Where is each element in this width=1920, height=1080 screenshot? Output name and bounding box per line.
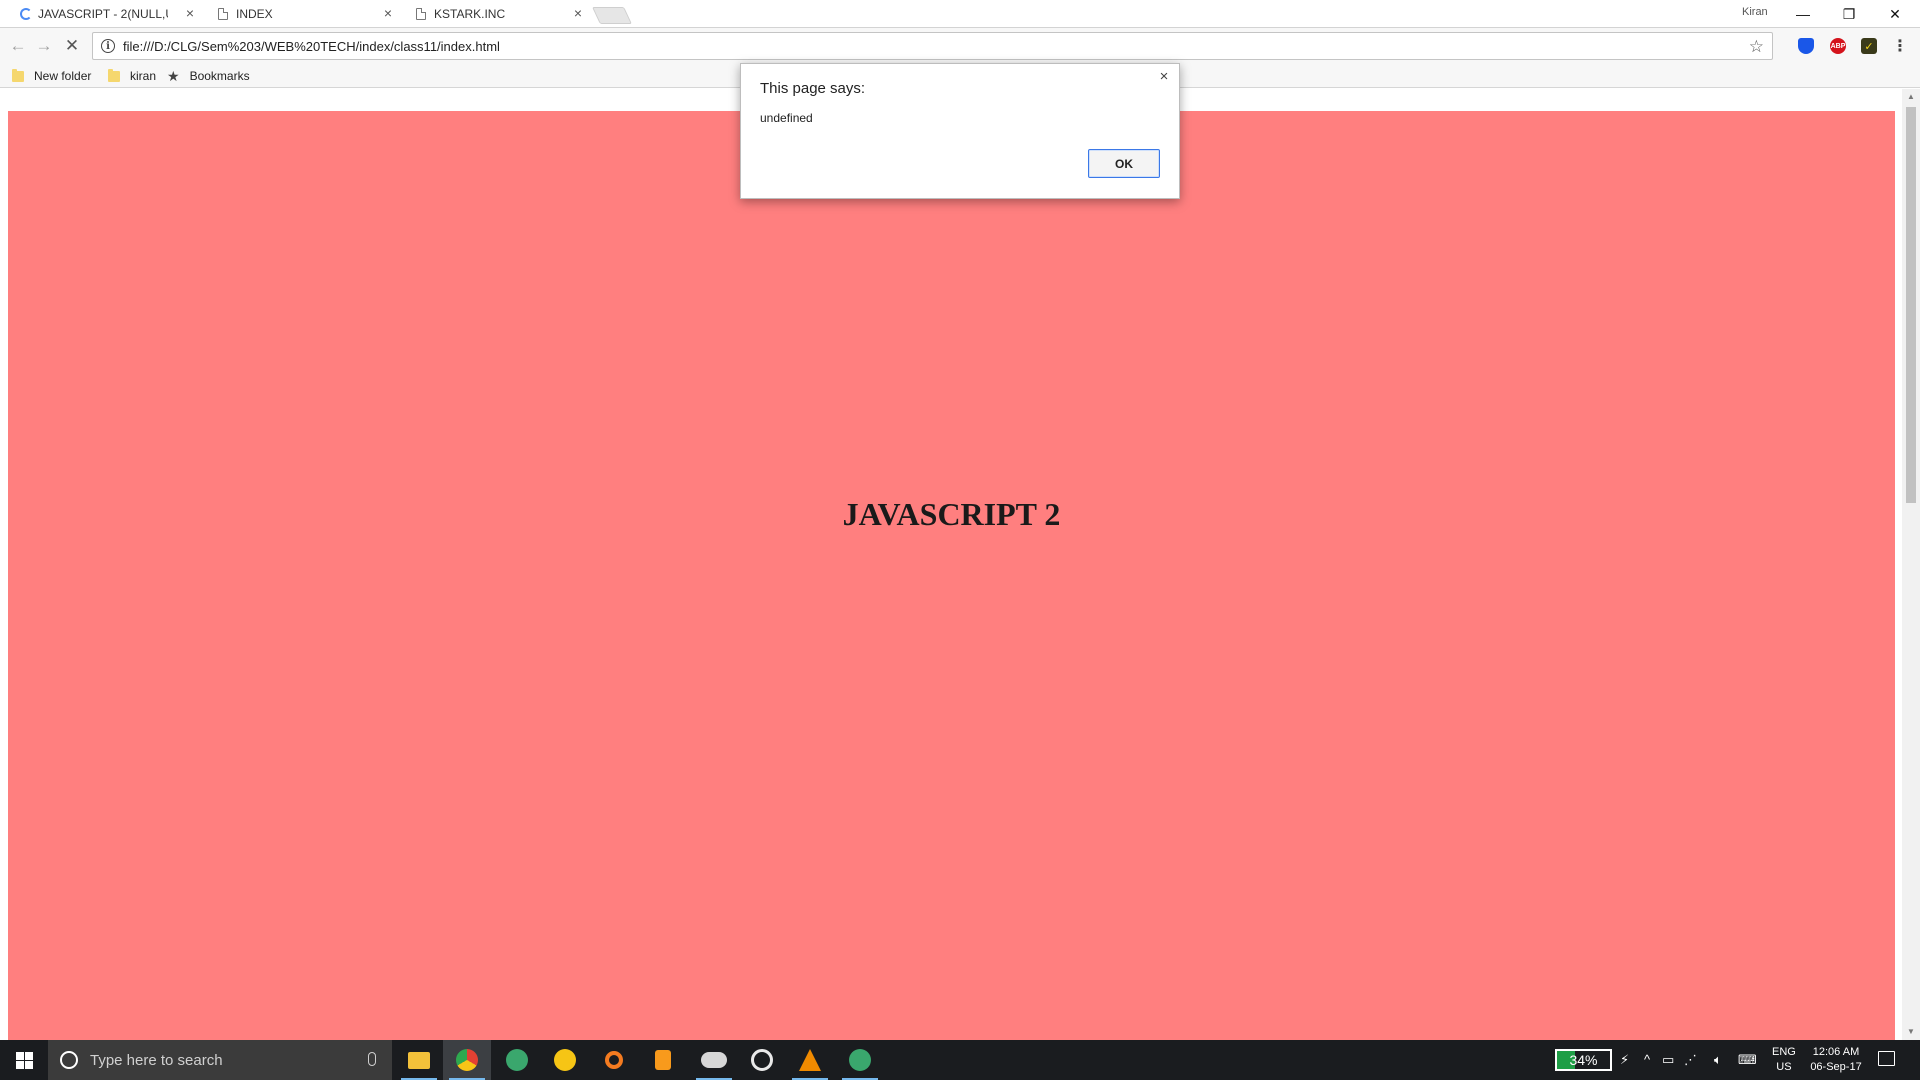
taskbar: Type here to search 34% ⚡ ^ ▭ ⋰ 🔈︎ ⌨ ENG xyxy=(0,1040,1920,1080)
search-placeholder: Type here to search xyxy=(90,1051,223,1069)
spiral-app-icon xyxy=(506,1049,528,1071)
language-primary: ENG xyxy=(1772,1046,1796,1058)
stop-loading-button[interactable]: ✕ xyxy=(60,34,84,58)
folder-icon xyxy=(12,68,24,82)
clock-time: 12:06 AM xyxy=(1812,1046,1860,1058)
tab-title: INDEX xyxy=(236,7,273,21)
profile-button[interactable]: Kiran xyxy=(1742,6,1768,18)
taskbar-search-app[interactable] xyxy=(590,1040,638,1080)
language-secondary: US xyxy=(1776,1061,1792,1073)
alert-dialog: This page says: undefined × OK xyxy=(740,63,1180,199)
volume-icon[interactable]: 🔈︎ xyxy=(1714,1052,1722,1068)
clock-date: 06-Sep-17 xyxy=(1810,1061,1862,1073)
close-window-button[interactable]: ✕ xyxy=(1872,0,1918,28)
bookmark-new-folder[interactable]: New folder xyxy=(12,67,91,85)
taskbar-vlc[interactable] xyxy=(786,1040,834,1080)
search-app-icon xyxy=(605,1051,623,1069)
tab-title: JAVASCRIPT - 2(NULL,UN xyxy=(38,7,168,21)
adblock-icon[interactable]: ABP xyxy=(1830,38,1846,54)
taskbar-groove[interactable] xyxy=(738,1040,786,1080)
battery-percent: 34% xyxy=(1569,1052,1598,1068)
taskbar-file-explorer[interactable] xyxy=(395,1040,443,1080)
tab-index[interactable]: INDEX × xyxy=(206,0,404,28)
vertical-scrollbar[interactable]: ▲ ▼ xyxy=(1902,89,1920,1040)
microphone-icon[interactable] xyxy=(368,1052,376,1066)
file-explorer-icon xyxy=(408,1051,430,1069)
page-heading: JAVASCRIPT 2 xyxy=(842,496,1061,532)
scroll-thumb[interactable] xyxy=(1906,107,1916,503)
dialog-close-icon[interactable]: × xyxy=(1155,68,1173,86)
minimize-button[interactable]: — xyxy=(1780,0,1826,28)
info-icon[interactable]: i xyxy=(101,39,115,53)
spiral-app-2-icon xyxy=(849,1049,871,1071)
chrome-icon xyxy=(456,1049,478,1071)
restore-button[interactable]: ❐ xyxy=(1826,0,1872,28)
taskbar-sublime[interactable] xyxy=(639,1040,687,1080)
bookmark-label: Bookmarks xyxy=(189,69,250,83)
document-icon xyxy=(416,8,427,20)
shield-icon[interactable] xyxy=(1798,38,1814,54)
power-plug-icon[interactable]: ⚡ xyxy=(1620,1052,1629,1068)
menu-dots-icon[interactable]: ⋮ xyxy=(1892,38,1908,55)
taskbar-spiral-app[interactable] xyxy=(493,1040,541,1080)
scroll-down-arrow-icon[interactable]: ▼ xyxy=(1902,1024,1920,1040)
language-indicator[interactable]: ENG US xyxy=(1772,1045,1796,1075)
browser-toolbar: ← → ✕ i file:///D:/CLG/Sem%203/WEB%20TEC… xyxy=(0,28,1920,64)
groove-icon xyxy=(751,1049,773,1071)
page-content-box: JAVASCRIPT 2 xyxy=(8,111,1895,1040)
taskbar-cloud-app[interactable] xyxy=(690,1040,738,1080)
vlc-icon xyxy=(799,1049,821,1071)
cloud-app-icon xyxy=(701,1052,727,1068)
tab-kstark[interactable]: KSTARK.INC × xyxy=(404,0,594,28)
bookmark-label: New folder xyxy=(34,69,92,83)
norton-icon xyxy=(554,1049,576,1071)
document-icon xyxy=(218,8,229,20)
loading-spinner-icon xyxy=(20,8,32,20)
folder-icon xyxy=(108,68,120,82)
ok-button[interactable]: OK xyxy=(1088,149,1160,178)
windows-logo-icon xyxy=(15,1051,33,1069)
taskbar-search[interactable]: Type here to search xyxy=(48,1040,392,1080)
start-button[interactable] xyxy=(0,1040,48,1080)
wifi-icon[interactable]: ⋰ xyxy=(1684,1052,1697,1068)
dialog-title: This page says: xyxy=(760,80,866,97)
checklist-icon[interactable]: ✓ xyxy=(1861,38,1877,54)
dialog-message: undefined xyxy=(760,111,813,125)
page-viewport: JAVASCRIPT 2 ▲ ▼ xyxy=(0,89,1920,1040)
tab-title: KSTARK.INC xyxy=(434,7,506,21)
taskbar-norton[interactable] xyxy=(541,1040,589,1080)
bookmark-label: kiran xyxy=(130,69,157,83)
tab-strip: JAVASCRIPT - 2(NULL,UN × INDEX × KSTARK.… xyxy=(0,0,1920,28)
bookmark-bookmarks[interactable]: ★ Bookmarks xyxy=(167,67,250,85)
back-button[interactable]: ← xyxy=(6,34,30,58)
close-tab-icon[interactable]: × xyxy=(570,5,586,21)
scroll-up-arrow-icon[interactable]: ▲ xyxy=(1902,89,1920,105)
forward-button[interactable]: → xyxy=(32,34,56,58)
close-tab-icon[interactable]: × xyxy=(182,5,198,21)
clock[interactable]: 12:06 AM 06-Sep-17 xyxy=(1806,1045,1866,1075)
new-tab-button[interactable] xyxy=(592,7,632,24)
taskbar-chrome[interactable] xyxy=(443,1040,491,1080)
show-hidden-icons-chevron-icon[interactable]: ^ xyxy=(1644,1052,1650,1067)
sublime-icon xyxy=(655,1050,671,1070)
bookmark-kiran[interactable]: kiran xyxy=(108,67,156,85)
taskbar-spiral-app-2[interactable] xyxy=(836,1040,884,1080)
battery-indicator[interactable]: 34% xyxy=(1555,1049,1612,1071)
bookmark-star-icon[interactable]: ☆ xyxy=(1749,37,1764,57)
address-bar[interactable]: i file:///D:/CLG/Sem%203/WEB%20TECH/inde… xyxy=(92,32,1773,60)
close-tab-icon[interactable]: × xyxy=(380,5,396,21)
tab-javascript[interactable]: JAVASCRIPT - 2(NULL,UN × xyxy=(8,0,206,28)
star-icon: ★ xyxy=(167,67,180,84)
url-text[interactable]: file:///D:/CLG/Sem%203/WEB%20TECH/index/… xyxy=(123,39,500,54)
keyboard-icon[interactable]: ⌨ xyxy=(1738,1052,1757,1068)
device-icon[interactable]: ▭ xyxy=(1662,1052,1674,1068)
action-center-icon[interactable] xyxy=(1878,1051,1895,1066)
cortana-icon xyxy=(60,1051,78,1069)
